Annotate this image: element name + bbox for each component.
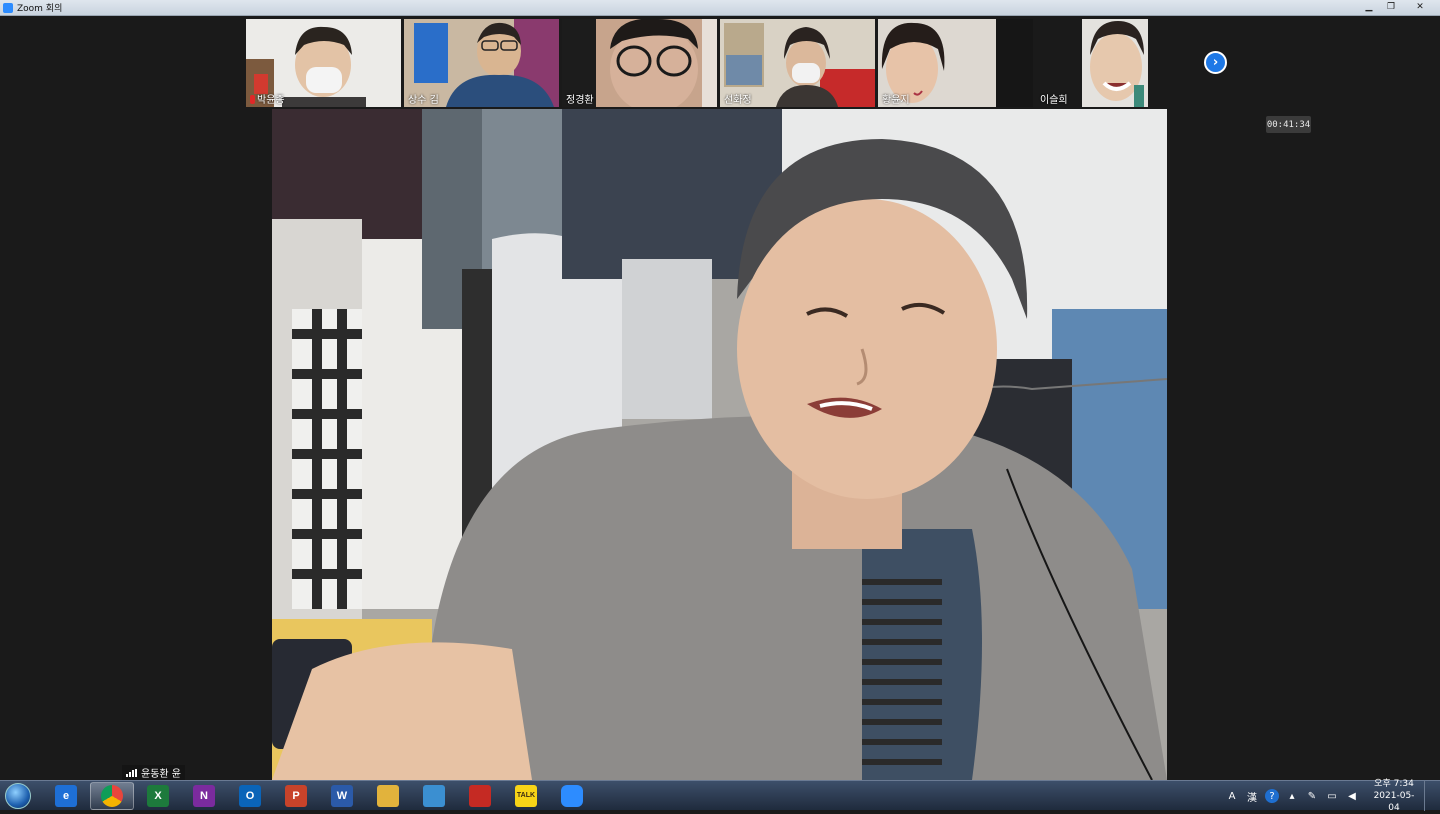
acrobat-icon	[469, 784, 491, 807]
word-icon: W	[331, 784, 353, 807]
start-button[interactable]	[0, 781, 36, 811]
excel-icon: X	[147, 784, 169, 807]
participant-name: 박윤종	[248, 91, 287, 106]
participant-name: 이슬희	[1040, 95, 1068, 106]
show-desktop-button[interactable]	[1424, 781, 1434, 811]
taskbar-app-button[interactable]	[366, 782, 410, 810]
system-tray: A 漢 ? ▴ ✎ ▭ ◀ 오후 7:34 2021-05-04	[1222, 778, 1440, 814]
active-speaker-video	[272, 109, 1167, 780]
close-button[interactable]: ✕	[1402, 0, 1438, 14]
taskbar-app-button[interactable]: W	[320, 782, 364, 810]
network-icon[interactable]: ▭	[1325, 789, 1339, 803]
taskbar-app-button[interactable]: O	[228, 782, 272, 810]
zoom-icon	[561, 784, 583, 807]
clock[interactable]: 오후 7:34 2021-05-04	[1368, 778, 1420, 814]
taskbar-apps: e X N O P W TALK	[42, 781, 594, 810]
hanja-icon[interactable]: 漢	[1245, 789, 1259, 804]
pen-icon[interactable]: ✎	[1305, 789, 1319, 803]
zoom-window: Zoom 회의 ▁ ❐ ✕ 박윤종 상수 김 정경환 선화정 황윤지 이슬희 ›…	[0, 0, 1440, 780]
participant-name: 정경환	[566, 95, 594, 106]
participant-tile[interactable]: 상수 김	[404, 19, 559, 107]
show-hidden-icons-icon[interactable]: ▴	[1285, 789, 1299, 803]
internet-explorer-icon: e	[55, 784, 77, 807]
participant-tile[interactable]: 황윤지	[878, 19, 1033, 107]
participant-strip: 박윤종 상수 김 정경환 선화정 황윤지 이슬희	[246, 19, 1194, 107]
window-controls: ▁ ❐ ✕	[1358, 0, 1438, 14]
taskbar-app-button[interactable]: TALK	[504, 782, 548, 810]
taskbar-app-button[interactable]	[458, 782, 502, 810]
muted-mic-icon	[250, 95, 255, 104]
chrome-icon	[101, 784, 123, 807]
file-explorer-icon	[377, 784, 399, 807]
taskbar-app-button[interactable]	[412, 782, 456, 810]
speaker-video-frame	[272, 109, 1167, 780]
taskbar-app-button[interactable]	[90, 781, 134, 810]
active-speaker-label: 윤동환 윤	[122, 765, 185, 780]
outlook-icon: O	[239, 784, 261, 807]
participant-name: 상수 김	[408, 95, 439, 106]
next-page-button[interactable]: ›	[1204, 51, 1227, 74]
powerpoint-icon: P	[285, 784, 307, 807]
window-title: Zoom 회의	[17, 4, 63, 14]
onenote-icon: N	[193, 784, 215, 807]
help-icon[interactable]: ?	[1265, 789, 1279, 803]
meeting-timer: 00:41:34	[1266, 116, 1311, 133]
windows-logo-icon	[5, 782, 31, 809]
zoom-app-icon	[3, 2, 13, 13]
participant-tile[interactable]: 선화정	[720, 19, 875, 107]
connection-signal-icon	[126, 768, 138, 777]
taskbar-app-button[interactable]	[550, 782, 594, 810]
volume-icon[interactable]: ◀	[1345, 789, 1359, 803]
task-app-icon	[423, 784, 445, 807]
minimize-button[interactable]: ▁	[1358, 0, 1380, 14]
participant-tile[interactable]: 이슬희	[1036, 19, 1191, 107]
language-icon[interactable]: A	[1225, 789, 1239, 803]
taskbar-app-button[interactable]: P	[274, 782, 318, 810]
taskbar-app-button[interactable]: N	[182, 782, 226, 810]
participant-tile[interactable]: 정경환	[562, 19, 717, 107]
windows-taskbar: e X N O P W TALK A 漢 ? ▴ ✎ ▭ ◀ 오후 7:34 2021-05…	[0, 778, 1440, 814]
participant-name: 선화정	[724, 95, 752, 106]
title-bar: Zoom 회의 ▁ ❐ ✕	[0, 0, 1440, 16]
participant-name: 황윤지	[882, 95, 910, 106]
checkered-shirt	[292, 309, 362, 609]
kakaotalk-icon: TALK	[515, 784, 537, 807]
taskbar-app-button[interactable]: X	[136, 782, 180, 810]
participant-tile[interactable]: 박윤종	[246, 19, 401, 107]
restore-button[interactable]: ❐	[1380, 0, 1402, 14]
taskbar-app-button[interactable]: e	[44, 782, 88, 810]
